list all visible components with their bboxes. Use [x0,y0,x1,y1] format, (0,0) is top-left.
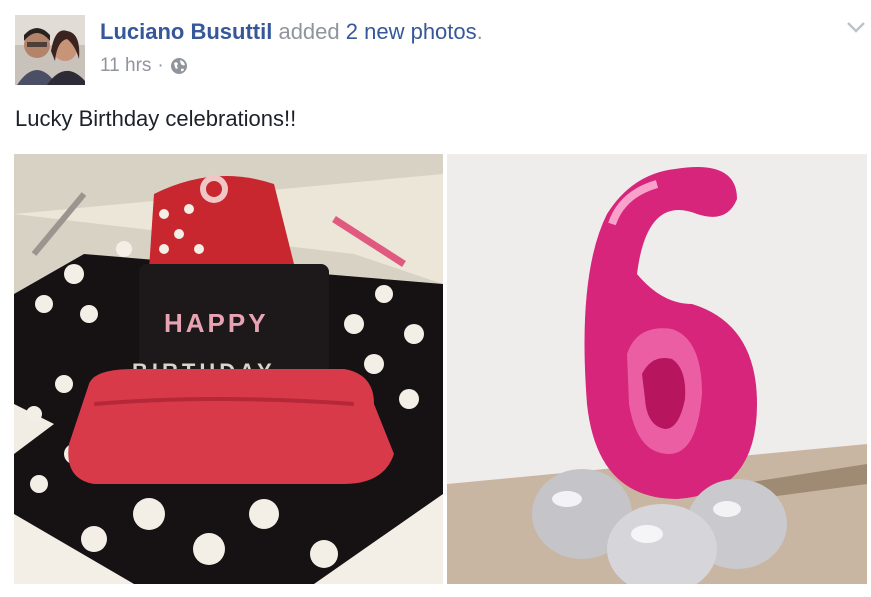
post-status-text: Lucky Birthday celebrations!! [15,106,297,131]
photos-link[interactable]: 2 new photos [346,19,477,44]
timestamp-link[interactable]: 11 hrs [100,55,151,77]
post-header: Luciano Busuttil added 2 new photos. [100,18,483,46]
action-text: added [278,19,340,44]
post-meta: 11 hrs · [100,55,188,77]
author-name-link[interactable]: Luciano Busuttil [100,19,272,44]
cake-text-happy: HAPPY [164,308,269,338]
header-period: . [476,19,483,44]
photo-balloon[interactable] [447,154,867,584]
cake-photo-image: HAPPY BIRTHDAY [14,154,443,584]
balloon-photo-image [447,154,867,584]
post-options-button[interactable] [845,16,867,38]
globe-icon[interactable] [170,57,188,75]
chevron-down-icon [847,22,865,33]
meta-separator: · [157,55,164,76]
avatar-image [15,15,85,85]
photo-cake[interactable]: HAPPY BIRTHDAY [14,154,443,584]
author-avatar[interactable] [15,15,85,85]
